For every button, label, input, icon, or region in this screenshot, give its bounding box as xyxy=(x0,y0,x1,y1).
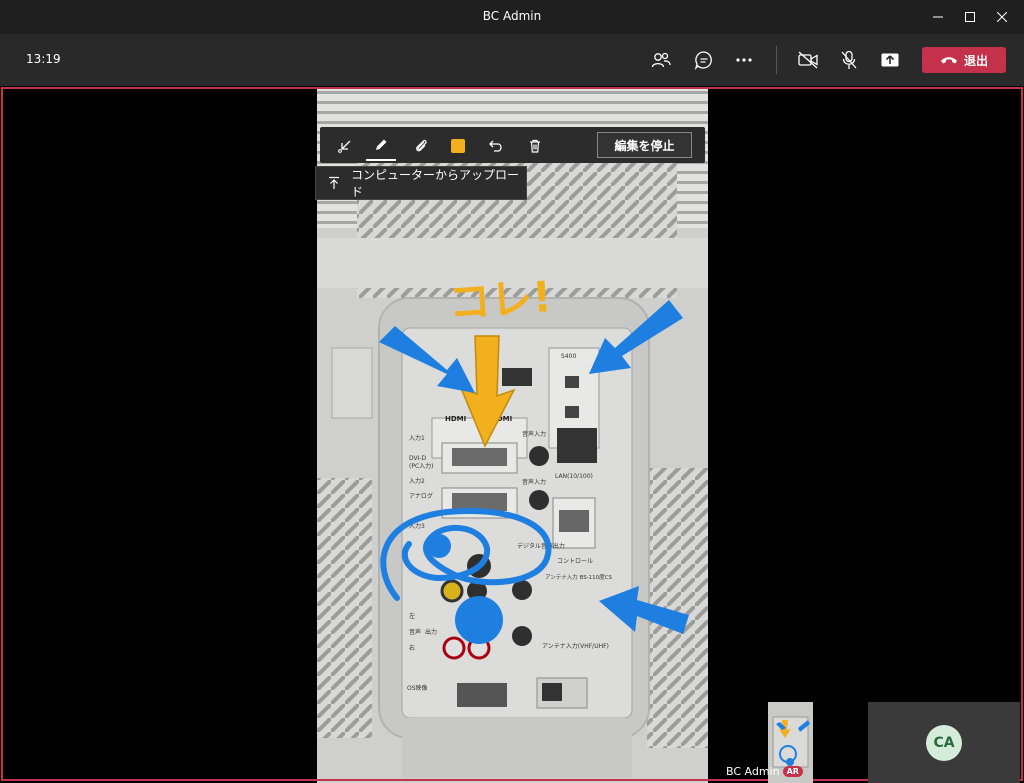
meeting-toolbar: 13:19 退出 xyxy=(0,34,1024,86)
handwritten-annotation-kore: コレ! xyxy=(447,272,553,328)
toolbar-divider xyxy=(776,46,777,74)
self-name: BC Admin xyxy=(726,765,780,778)
panel-label-control: コントロール xyxy=(557,558,593,565)
minimize-button[interactable] xyxy=(922,0,954,34)
panel-label-audio: 音声 xyxy=(409,628,421,636)
panel-label-input1: 入力1 xyxy=(409,434,425,442)
panel-label-audio-in-2: 音声入力 xyxy=(522,478,546,486)
upload-from-computer-menu-item[interactable]: コンピューターからアップロード xyxy=(315,166,527,200)
attach-button[interactable] xyxy=(406,131,436,161)
collapse-toolbar-button[interactable] xyxy=(330,131,360,161)
blue-filled-circle-annotation xyxy=(455,596,503,644)
undo-icon xyxy=(489,140,502,152)
mic-off-icon xyxy=(841,50,857,69)
chat-icon xyxy=(694,51,712,70)
delete-button[interactable] xyxy=(520,131,550,161)
mic-toggle-button[interactable] xyxy=(835,46,863,74)
close-icon xyxy=(997,12,1007,22)
hang-up-icon xyxy=(940,57,957,64)
participant-tile-ca[interactable]: CA xyxy=(868,702,1020,783)
panel-label-output: 出力 xyxy=(425,628,437,636)
ar-badge: AR xyxy=(782,766,803,777)
paperclip-icon xyxy=(416,139,427,152)
pen-icon xyxy=(376,139,387,150)
meeting-time: 13:19 xyxy=(26,52,61,66)
window-title: BC Admin xyxy=(482,9,542,23)
participants-button[interactable] xyxy=(647,46,675,74)
panel-label-bs-antenna: アンテナ入力 BS-110度CS xyxy=(545,573,613,581)
undo-button[interactable] xyxy=(481,131,511,161)
panel-label-vhf-uhf: アンテナ入力(VHF/UHF) xyxy=(542,642,609,650)
collapse-arrow-icon xyxy=(338,140,351,153)
panel-label-right: 右 xyxy=(409,644,415,652)
maximize-icon xyxy=(965,12,975,22)
stop-editing-button[interactable]: 編集を停止 xyxy=(597,132,692,158)
panel-label-pc: (PC入力) xyxy=(409,462,434,470)
panel-label-analog: アナログ xyxy=(409,492,433,500)
color-swatch xyxy=(451,139,465,153)
upload-label: コンピューターからアップロード xyxy=(351,168,520,199)
more-actions-button[interactable] xyxy=(730,46,758,74)
camera-toggle-button[interactable] xyxy=(794,46,822,74)
title-bar: BC Admin xyxy=(0,0,1024,34)
panel-label-audio-in-1: 音声入力 xyxy=(522,430,546,438)
trash-icon xyxy=(530,139,540,153)
panel-label-left: 左 xyxy=(409,612,415,620)
panel-label-s400: S400 xyxy=(561,353,576,360)
chat-button[interactable] xyxy=(690,46,718,74)
annotation-toolbar: 編集を停止 xyxy=(320,127,705,163)
upload-icon xyxy=(316,176,351,190)
leave-label: 退出 xyxy=(963,53,988,68)
minimize-icon xyxy=(933,16,943,18)
maximize-button[interactable] xyxy=(954,0,986,34)
pen-tool-button[interactable] xyxy=(366,131,396,161)
camera-off-icon xyxy=(798,51,818,69)
close-button[interactable] xyxy=(986,0,1018,34)
blue-dot-annotation xyxy=(427,534,451,558)
panel-label-dvi: DVI-D xyxy=(409,455,427,462)
share-button[interactable] xyxy=(876,46,904,74)
self-name-label: BC Admin AR xyxy=(726,765,803,778)
panel-label-digital-out: デジタル音声出力 xyxy=(517,542,565,550)
participants-icon xyxy=(651,52,671,68)
color-picker-button[interactable] xyxy=(443,131,473,161)
leave-button[interactable]: 退出 xyxy=(922,47,1006,73)
panel-label-hdmi-1: HDMI xyxy=(445,415,466,423)
panel-label-os: OS映像 xyxy=(407,684,428,692)
more-icon xyxy=(736,58,752,62)
panel-label-lan: LAN(10/100) xyxy=(555,473,593,480)
share-screen-icon xyxy=(881,53,899,67)
panel-label-input2: 入力2 xyxy=(409,477,425,485)
avatar: CA xyxy=(926,725,962,761)
